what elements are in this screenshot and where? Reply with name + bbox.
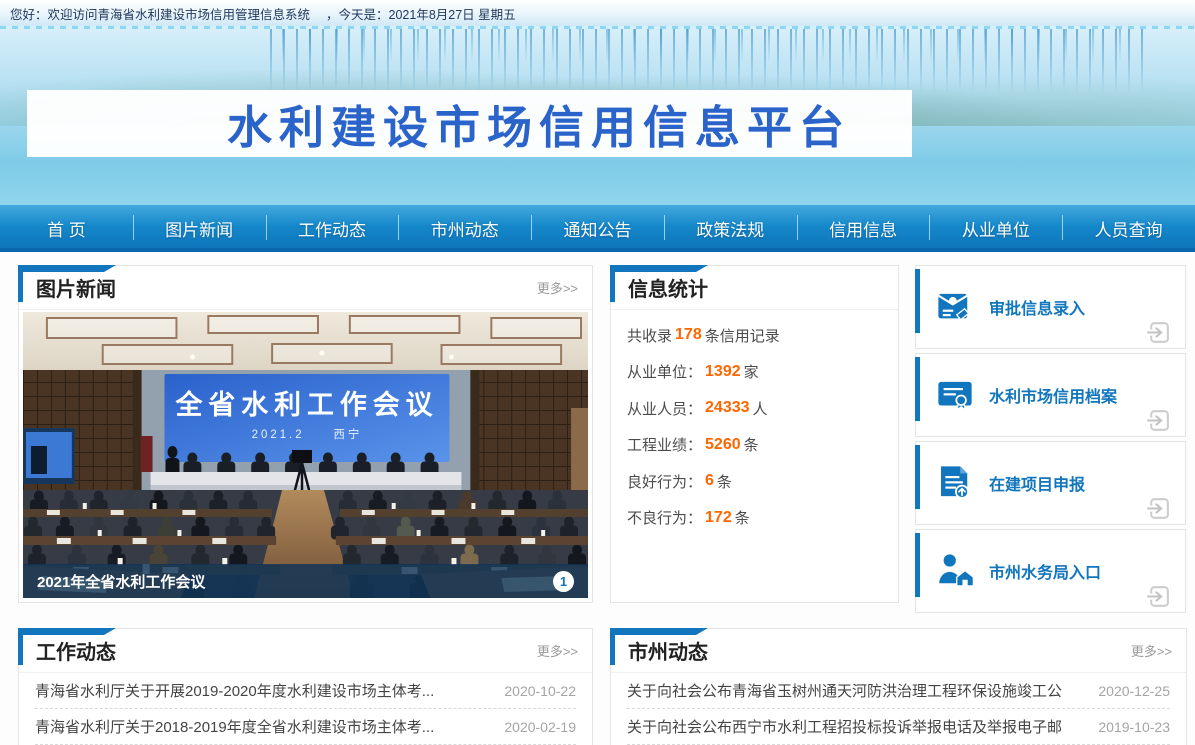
- project-declare-icon: [934, 462, 976, 504]
- nav-item-credit-info[interactable]: 信用信息: [797, 205, 930, 252]
- stat-value: 6: [705, 472, 714, 490]
- stat-value: 5260: [705, 436, 741, 454]
- news-item-title: 关于向社会公布青海省玉树州通天河防洪治理工程环保设施竣工公: [627, 680, 1084, 701]
- nav-item-personnel-query[interactable]: 人员查询: [1062, 205, 1195, 252]
- news-item-title: 青海省水利厅关于开展2019-2020年度水利建设市场主体考...: [35, 680, 490, 701]
- work-news-panel: 工作动态 更多>> 青海省水利厅关于开展2019-2020年度水利建设市场主体考…: [18, 628, 593, 745]
- stat-personnel: 从业人员：24333人: [627, 390, 882, 427]
- link-card-approval-entry[interactable]: 审批信息录入: [915, 265, 1186, 349]
- news-item-date: 2020-02-19: [504, 719, 576, 735]
- banner-dotted-edge: [0, 26, 1195, 29]
- site-title: 水利建设市场信用信息平台: [227, 91, 851, 156]
- city-news-panel: 市州动态 更多>> 关于向社会公布青海省玉树州通天河防洪治理工程环保设施竣工公 …: [610, 628, 1187, 745]
- conference-photo-illustration: 全省水利工作会议 2021.2 西宁: [23, 312, 588, 598]
- content-area: 图片新闻 更多>>: [0, 252, 1195, 745]
- nav-item-enterprises[interactable]: 从业单位: [929, 205, 1062, 252]
- news-item-date: 2020-12-25: [1098, 683, 1170, 699]
- news-item[interactable]: 关于向社会公布青海省玉树州通天河防洪治理工程环保设施竣工公 2020-12-25: [627, 673, 1170, 709]
- top-bar: 您好：欢迎访问青海省水利建设市场信用管理信息系统 ，今天是：2021年8月27日…: [0, 0, 1195, 26]
- link-card-credit-archive[interactable]: 水利市场信用档案: [915, 353, 1186, 437]
- link-label: 审批信息录入: [989, 295, 1085, 319]
- photo-news-panel: 图片新闻 更多>>: [18, 265, 593, 603]
- city-news-header: 市州动态 更多>>: [611, 629, 1186, 673]
- city-news-title: 市州动态: [628, 636, 708, 665]
- news-item[interactable]: 青海省水利厅关于开展2019-2020年度水利建设市场主体考... 2020-1…: [35, 673, 576, 709]
- credit-archive-icon: [934, 374, 976, 416]
- stat-value: 172: [705, 509, 732, 527]
- news-item[interactable]: 青海省水利厅关于2018-2019年度全省水利建设市场主体考... 2020-0…: [35, 709, 576, 745]
- nav-item-notices[interactable]: 通知公告: [531, 205, 664, 252]
- city-news-more-link[interactable]: 更多>>: [1131, 641, 1172, 660]
- approval-entry-icon: [934, 286, 976, 328]
- news-item-title: 关于向社会公布西宁市水利工程招投标投诉举报电话及举报电子邮: [627, 716, 1084, 737]
- link-label: 在建项目申报: [989, 471, 1085, 495]
- photo-news-header: 图片新闻 更多>>: [19, 266, 592, 310]
- quick-links-panel: 审批信息录入 水利市场信用档案: [915, 265, 1186, 617]
- nav-item-city-news[interactable]: 市州动态: [398, 205, 531, 252]
- link-card-project-declare[interactable]: 在建项目申报: [915, 441, 1186, 525]
- stats-panel: 信息统计 共收录178条信用记录 从业单位：1392家 从业人员：24333人 …: [610, 265, 899, 603]
- stats-list: 共收录178条信用记录 从业单位：1392家 从业人员：24333人 工程业绩：…: [611, 310, 898, 536]
- nav-item-work-news[interactable]: 工作动态: [266, 205, 399, 252]
- enter-arrow-icon: [1145, 495, 1172, 522]
- date-text: ，今天是：2021年8月27日 星期五: [326, 4, 516, 23]
- photo-news-image[interactable]: 全省水利工作会议 2021.2 西宁: [23, 312, 588, 598]
- svg-text:全省水利工作会议: 全省水利工作会议: [175, 389, 439, 420]
- enter-arrow-icon: [1145, 407, 1172, 434]
- stats-header: 信息统计: [611, 266, 898, 310]
- stat-good-behavior: 良好行为：6条: [627, 463, 882, 500]
- work-news-list: 青海省水利厅关于开展2019-2020年度水利建设市场主体考... 2020-1…: [19, 673, 592, 745]
- work-news-more-link[interactable]: 更多>>: [537, 641, 578, 660]
- stat-value: 1392: [705, 363, 741, 381]
- link-label: 市州水务局入口: [989, 559, 1101, 583]
- news-item[interactable]: 关于向社会公布西宁市水利工程招投标投诉举报电话及举报电子邮 2019-10-23: [627, 709, 1170, 745]
- photo-caption-text: 2021年全省水利工作会议: [37, 571, 205, 592]
- stat-project-achievements: 工程业绩：5260条: [627, 427, 882, 464]
- stat-value: 24333: [705, 399, 750, 417]
- enter-arrow-icon: [1145, 319, 1172, 346]
- stat-credit-records: 共收录178条信用记录: [627, 317, 882, 354]
- nav-item-home[interactable]: 首 页: [0, 205, 133, 252]
- nav-item-photo-news[interactable]: 图片新闻: [133, 205, 266, 252]
- nav-item-policies[interactable]: 政策法规: [664, 205, 797, 252]
- news-item-title: 青海省水利厅关于2018-2019年度全省水利建设市场主体考...: [35, 716, 490, 737]
- work-news-header: 工作动态 更多>>: [19, 629, 592, 673]
- news-item-date: 2020-10-22: [504, 683, 576, 699]
- banner: 水利建设市场信用信息平台: [0, 26, 1195, 205]
- link-card-bureau-entrance[interactable]: 市州水务局入口: [915, 529, 1186, 613]
- photo-news-title: 图片新闻: [36, 273, 116, 302]
- banner-title-band: 水利建设市场信用信息平台: [27, 90, 912, 157]
- welcome-text: 您好：欢迎访问青海省水利建设市场信用管理信息系统: [10, 4, 310, 23]
- stat-value: 178: [675, 326, 702, 344]
- photo-news-more-link[interactable]: 更多>>: [537, 278, 578, 297]
- stats-title: 信息统计: [628, 273, 708, 302]
- enter-arrow-icon: [1145, 583, 1172, 610]
- link-label: 水利市场信用档案: [989, 383, 1117, 407]
- banner-bars-decoration-2: [282, 26, 1142, 62]
- news-item-date: 2019-10-23: [1098, 719, 1170, 735]
- stat-bad-behavior: 不良行为：172条: [627, 500, 882, 537]
- photo-caption-bar: 2021年全省水利工作会议 1: [23, 564, 588, 598]
- work-news-title: 工作动态: [36, 636, 116, 665]
- bureau-entrance-icon: [934, 550, 976, 592]
- main-nav: 首 页 图片新闻 工作动态 市州动态 通知公告 政策法规 信用信息 从业单位 人…: [0, 205, 1195, 252]
- svg-text:2021.2 西宁: 2021.2 西宁: [252, 427, 363, 441]
- stat-enterprises: 从业单位：1392家: [627, 354, 882, 391]
- city-news-list: 关于向社会公布青海省玉树州通天河防洪治理工程环保设施竣工公 2020-12-25…: [611, 673, 1186, 745]
- slider-page-indicator[interactable]: 1: [553, 571, 574, 592]
